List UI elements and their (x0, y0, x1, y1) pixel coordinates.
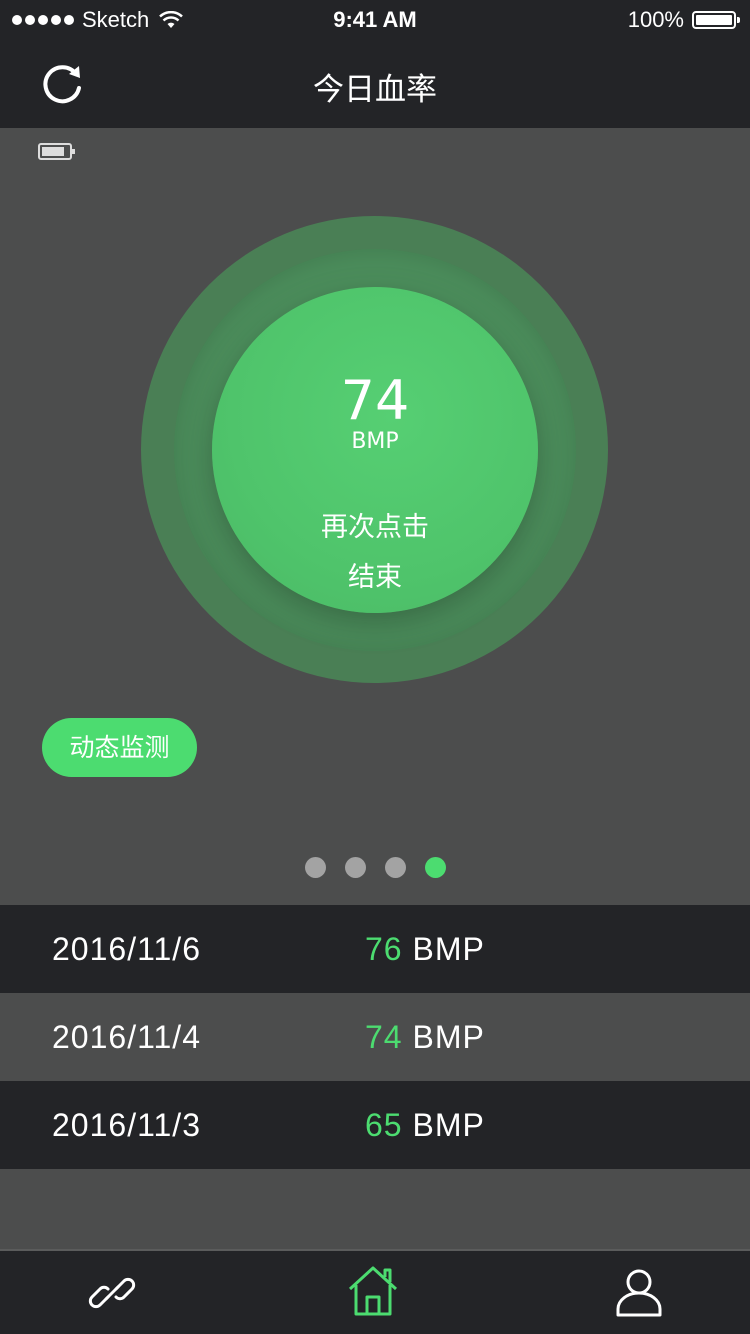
page-dot-2[interactable] (344, 857, 366, 878)
heart-rate-panel: 74 BMP 再次点击 结束 动态监测 (0, 128, 750, 905)
history-bpm: 74 BMP (365, 1019, 485, 1056)
page-title: 今日血率 (313, 72, 437, 108)
history-value: 65 (365, 1107, 403, 1143)
history-unit: BMP (412, 931, 485, 967)
measure-button[interactable]: 74 BMP 再次点击 结束 (212, 287, 538, 613)
status-right: 100% (627, 7, 740, 33)
history-date: 2016/11/3 (52, 1107, 201, 1143)
page-dot-3[interactable] (384, 857, 406, 878)
page-indicator (0, 857, 750, 878)
history-bpm: 65 BMP (365, 1107, 485, 1144)
history-row[interactable]: 2016/11/6 76 BMP (0, 905, 750, 993)
home-icon[interactable] (347, 1265, 399, 1317)
history-value: 76 (365, 931, 403, 967)
bpm-unit: BMP (351, 429, 399, 454)
battery-icon (692, 11, 740, 29)
history-date: 2016/11/4 (52, 1019, 201, 1055)
history-bpm: 76 BMP (365, 931, 485, 968)
history-unit: BMP (412, 1107, 485, 1143)
dynamic-monitor-button[interactable]: 动态监测 (42, 718, 197, 777)
history-unit: BMP (412, 1019, 485, 1055)
tap-hint-line1: 再次点击 (321, 512, 429, 543)
history-date: 2016/11/6 (52, 931, 201, 967)
history-row[interactable]: 2016/11/4 74 BMP (0, 993, 750, 1081)
link-icon[interactable] (86, 1267, 138, 1319)
page-dot-1[interactable] (304, 857, 326, 878)
bpm-value: 74 (340, 369, 410, 432)
page-dot-4-active[interactable] (424, 857, 446, 878)
history-value: 74 (365, 1019, 403, 1055)
nav-bar: 今日血率 (0, 40, 750, 128)
history-row[interactable]: 2016/11/3 65 BMP (0, 1081, 750, 1169)
user-icon[interactable] (613, 1267, 665, 1319)
tab-bar (0, 1249, 750, 1334)
status-bar: Sketch 9:41 AM 100% (0, 0, 750, 40)
battery-percent: 100% (627, 7, 684, 32)
tap-hint-line2: 结束 (348, 562, 402, 593)
device-battery-icon (38, 143, 75, 160)
